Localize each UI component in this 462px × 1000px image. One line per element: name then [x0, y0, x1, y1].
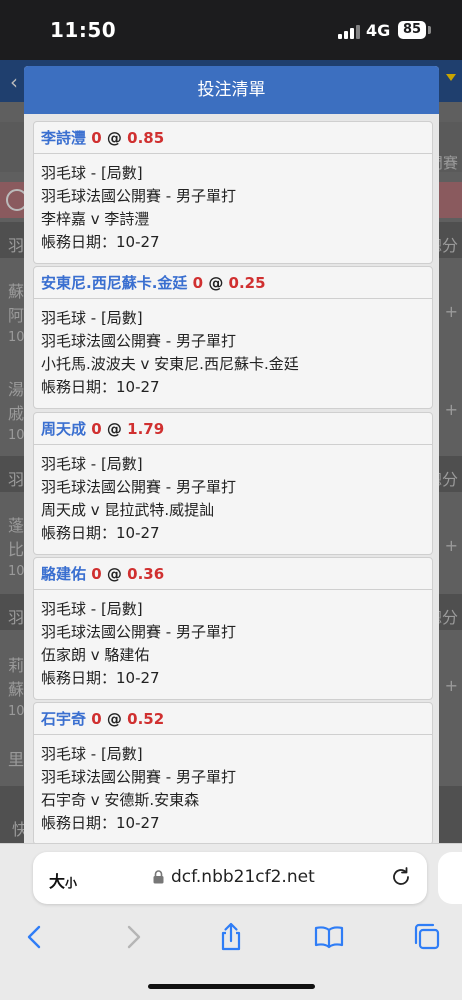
bet-stake: 0 — [192, 274, 204, 292]
bet-event: 羽毛球法國公開賽 - 男子單打 — [41, 187, 236, 205]
bet-card: 周天成 0 @ 1.79 羽毛球 - [局數] 羽毛球法國公開賽 - 男子單打 … — [33, 412, 433, 555]
bet-date: 帳務日期：10-27 — [41, 524, 160, 542]
chevron-left-icon[interactable] — [20, 922, 50, 952]
book-icon[interactable] — [314, 922, 344, 952]
modal-title: 投注清單 — [24, 66, 439, 114]
bet-card: 安東尼.西尼蘇卡.金廷 0 @ 0.25 羽毛球 - [局數] 羽毛球法國公開賽… — [33, 266, 433, 409]
bet-card-header: 石宇奇 0 @ 0.52 — [34, 703, 432, 735]
bet-date: 帳務日期：10-27 — [41, 378, 160, 396]
bet-card: 李詩灃 0 @ 0.85 羽毛球 - [局數] 羽毛球法國公開賽 - 男子單打 … — [33, 121, 433, 264]
status-bar: 11:50 4G 85 — [0, 0, 462, 60]
bet-at: @ — [106, 710, 122, 728]
bet-card-body: 羽毛球 - [局數] 羽毛球法國公開賽 - 男子單打 小托馬.波波夫 v 安東尼… — [34, 299, 432, 408]
bet-card: 駱建佑 0 @ 0.36 羽毛球 - [局數] 羽毛球法國公開賽 - 男子單打 … — [33, 557, 433, 700]
battery-icon: 85 — [398, 21, 426, 39]
signal-icon — [338, 23, 360, 39]
reload-icon[interactable] — [389, 865, 413, 889]
bet-odds: 0.52 — [127, 710, 165, 728]
bet-selection: 駱建佑 — [41, 565, 87, 583]
browser-toolbar: 大小 dcf.nbb21cf2.net — [0, 843, 462, 1000]
bet-event: 羽毛球法國公開賽 - 男子單打 — [41, 623, 236, 641]
bet-match: 周天成 v 昆拉武特.威提訕 — [41, 501, 215, 519]
bet-stake: 0 — [91, 420, 102, 438]
bet-list-modal: 投注清單 李詩灃 0 @ 0.85 羽毛球 - [局數] 羽毛球法國公開賽 - … — [24, 66, 439, 850]
bet-selection: 李詩灃 — [41, 129, 87, 147]
bet-card-body: 羽毛球 - [局數] 羽毛球法國公開賽 - 男子單打 李梓嘉 v 李詩灃 帳務日… — [34, 154, 432, 263]
background-dropdown-icon — [446, 74, 456, 81]
bet-at: @ — [106, 565, 122, 583]
bet-event: 羽毛球法國公開賽 - 男子單打 — [41, 768, 236, 786]
bet-at: @ — [208, 274, 224, 292]
bet-selection: 石宇奇 — [41, 710, 87, 728]
bet-stake: 0 — [91, 565, 102, 583]
bet-stake: 0 — [91, 710, 102, 728]
lock-icon — [153, 870, 164, 884]
bet-odds: 1.79 — [127, 420, 165, 438]
bet-odds: 0.36 — [127, 565, 165, 583]
battery-tip — [428, 26, 431, 34]
bet-date: 帳務日期：10-27 — [41, 669, 160, 687]
next-tab-peek[interactable] — [438, 852, 462, 904]
bet-sport: 羽毛球 - [局數] — [41, 309, 143, 327]
share-icon[interactable] — [216, 922, 246, 952]
bet-match: 小托馬.波波夫 v 安東尼.西尼蘇卡.金廷 — [41, 355, 299, 373]
bet-card-body: 羽毛球 - [局數] 羽毛球法國公開賽 - 男子單打 伍家朗 v 駱建佑 帳務日… — [34, 590, 432, 699]
bet-selection: 安東尼.西尼蘇卡.金廷 — [41, 274, 188, 292]
bet-sport: 羽毛球 - [局數] — [41, 164, 143, 182]
status-time: 11:50 — [50, 18, 117, 42]
bet-match: 伍家朗 v 駱建佑 — [41, 646, 150, 664]
bet-card-body: 羽毛球 - [局數] 羽毛球法國公開賽 - 男子單打 周天成 v 昆拉武特.威提… — [34, 445, 432, 554]
bet-sport: 羽毛球 - [局數] — [41, 455, 143, 473]
bet-odds: 0.25 — [228, 274, 266, 292]
bet-sport: 羽毛球 - [局數] — [41, 600, 143, 618]
address-bar[interactable]: 大小 dcf.nbb21cf2.net — [33, 852, 427, 904]
chevron-right-icon[interactable] — [118, 922, 148, 952]
bet-match: 李梓嘉 v 李詩灃 — [41, 210, 150, 228]
bet-card-header: 安東尼.西尼蘇卡.金廷 0 @ 0.25 — [34, 267, 432, 299]
url-text[interactable]: dcf.nbb21cf2.net — [171, 867, 315, 887]
network-type: 4G — [366, 21, 391, 40]
bet-selection: 周天成 — [41, 420, 87, 438]
background-back-icon: ‹ — [10, 70, 18, 94]
bet-at: @ — [106, 420, 122, 438]
bet-date: 帳務日期：10-27 — [41, 814, 160, 832]
text-size-button[interactable]: 大小 — [49, 868, 77, 892]
bet-card-header: 周天成 0 @ 1.79 — [34, 413, 432, 445]
bet-event: 羽毛球法國公開賽 - 男子單打 — [41, 478, 236, 496]
bet-event: 羽毛球法國公開賽 - 男子單打 — [41, 332, 236, 350]
bet-sport: 羽毛球 - [局數] — [41, 745, 143, 763]
home-indicator — [148, 984, 315, 989]
bet-match: 石宇奇 v 安德斯.安東森 — [41, 791, 200, 809]
bet-card-header: 李詩灃 0 @ 0.85 — [34, 122, 432, 154]
bet-date: 帳務日期：10-27 — [41, 233, 160, 251]
tabs-icon[interactable] — [412, 922, 442, 952]
bet-card: 石宇奇 0 @ 0.52 羽毛球 - [局數] 羽毛球法國公開賽 - 男子單打 … — [33, 702, 433, 845]
bet-card-header: 駱建佑 0 @ 0.36 — [34, 558, 432, 590]
bet-card-body: 羽毛球 - [局數] 羽毛球法國公開賽 - 男子單打 石宇奇 v 安德斯.安東森… — [34, 735, 432, 844]
bet-at: @ — [106, 129, 122, 147]
bet-stake: 0 — [91, 129, 102, 147]
bet-odds: 0.85 — [127, 129, 165, 147]
